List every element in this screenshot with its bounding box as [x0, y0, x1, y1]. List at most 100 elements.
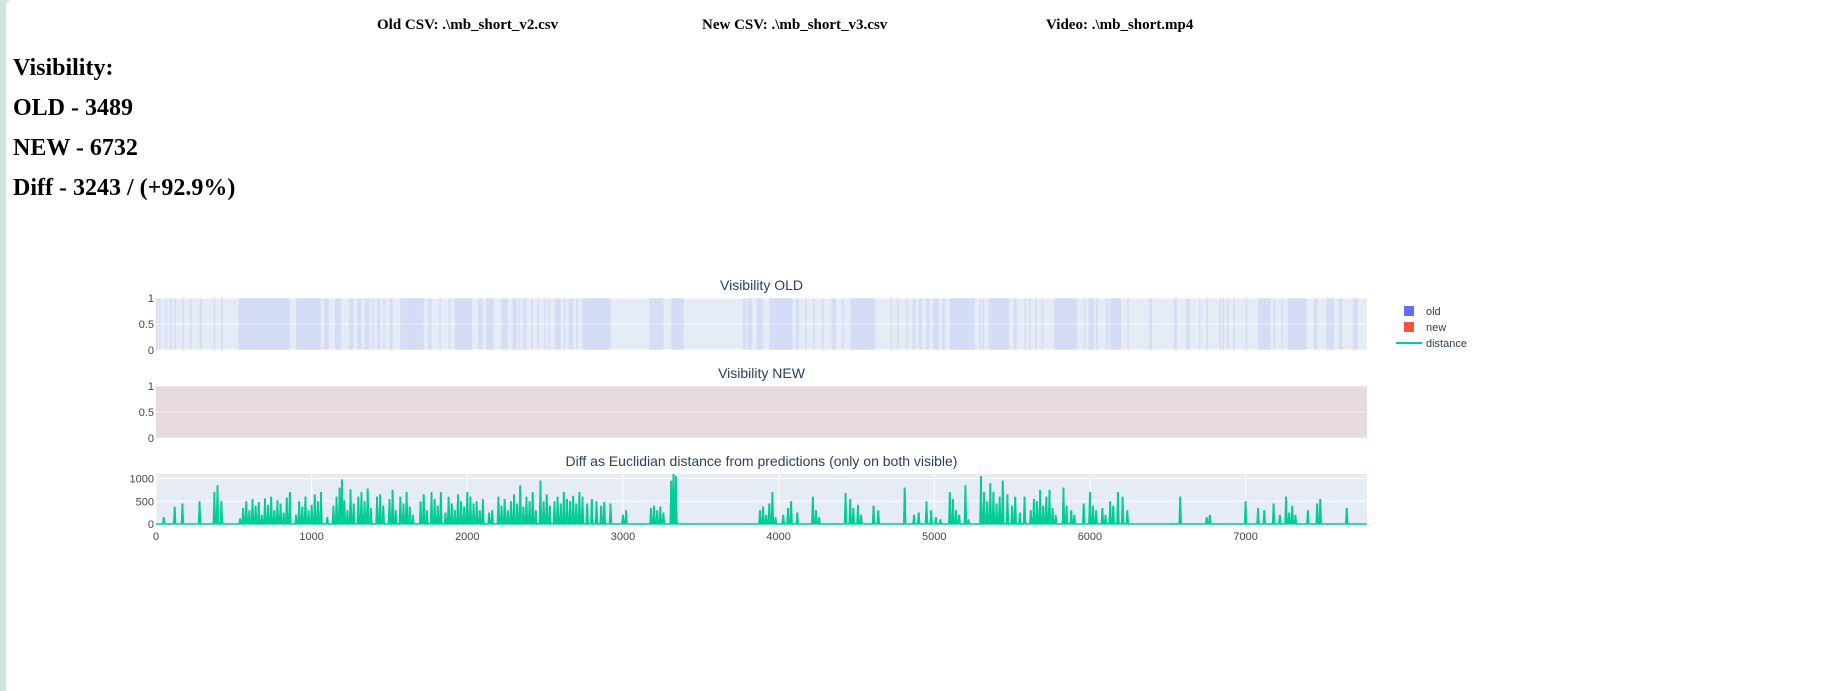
x-tick-label: 6000 — [1078, 531, 1102, 543]
subplot-old: Visibility OLD 0 0.5 1 — [139, 277, 1367, 357]
visibility-bar-old — [523, 298, 527, 350]
visibility-bar-old — [842, 298, 844, 350]
visibility-bar-old — [812, 298, 815, 350]
visibility-bar-old — [1326, 298, 1335, 350]
visibility-bar-old — [1219, 298, 1221, 350]
visibility-bar-old — [349, 298, 354, 350]
visibility-bar-old — [1222, 298, 1224, 350]
visibility-bar-old — [769, 298, 793, 350]
visibility-plot[interactable]: Visibility OLD 0 0.5 1 Visibility NEW 0 0.5 1 Di… — [6, 0, 1848, 691]
visibility-bar-old — [548, 298, 550, 350]
visibility-bar-old — [1088, 298, 1095, 350]
x-tick-label: 0 — [153, 531, 159, 543]
x-tick-label: 2000 — [455, 531, 479, 543]
visibility-bar-old — [1258, 298, 1271, 350]
visibility-bar-old — [979, 298, 981, 350]
x-tick-label: 5000 — [922, 531, 946, 543]
visibility-bar-old — [156, 298, 158, 350]
legend-marker-old — [1404, 306, 1414, 316]
visibility-bar-old — [296, 298, 321, 350]
visibility-bar-old — [383, 298, 385, 350]
x-tick-label: 4000 — [766, 531, 790, 543]
y-tick-label: 1 — [148, 293, 154, 305]
visibility-bar-old — [512, 298, 518, 350]
subplot-title: Diff as Euclidian distance from predicti… — [566, 453, 958, 469]
visibility-bar-old — [554, 298, 561, 350]
subplot-new: Visibility NEW 0 0.5 1 — [139, 365, 1367, 445]
visibility-bar-old — [988, 298, 1009, 350]
visibility-bar-old — [1173, 298, 1178, 350]
visibility-bar-old — [896, 298, 899, 350]
visibility-bar-old — [850, 298, 876, 350]
visibility-bar-old — [356, 298, 362, 350]
visibility-bar-old — [582, 298, 611, 350]
visibility-bar-old — [182, 298, 185, 350]
visibility-bar-old — [389, 298, 393, 350]
visibility-bar-old — [926, 298, 930, 350]
x-tick-label: 1000 — [299, 531, 323, 543]
y-tick-label: 500 — [136, 496, 154, 508]
visibility-bar-old — [372, 298, 374, 350]
visibility-bar-old — [543, 298, 546, 350]
visibility-bar-old — [890, 298, 893, 350]
visibility-bar-old — [918, 298, 922, 350]
visibility-bar-old — [190, 298, 192, 350]
visibility-bar-old — [1206, 298, 1209, 350]
visibility-bar-old — [170, 298, 172, 350]
visibility-bar-old — [221, 298, 223, 350]
visibility-bar-old — [531, 298, 533, 350]
visibility-bar-old — [576, 298, 578, 350]
y-tick-label: 0 — [148, 519, 154, 531]
visibility-bar-old — [1096, 298, 1098, 350]
visibility-bar-old — [1149, 298, 1153, 350]
visibility-bar-old — [932, 298, 939, 350]
y-tick-label: 0.5 — [139, 407, 154, 419]
visibility-bar-old — [649, 298, 664, 350]
visibility-bar-old — [805, 298, 807, 350]
visibility-bar-old — [199, 298, 202, 350]
visibility-bar-old — [671, 298, 684, 350]
visibility-bar-old — [982, 298, 985, 350]
visibility-bar-old — [1186, 298, 1190, 350]
visibility-bar-old — [747, 298, 753, 350]
visibility-bar-old — [912, 298, 916, 350]
visibility-bar-old — [1198, 298, 1201, 350]
visibility-bar-old — [454, 298, 472, 350]
visibility-bar-old — [1035, 298, 1038, 350]
visibility-bar-old — [428, 298, 432, 350]
visibility-bar-old — [478, 298, 483, 350]
visibility-bar-old — [1029, 298, 1031, 350]
visibility-bar-old — [906, 298, 908, 350]
visibility-bar-new — [156, 386, 1367, 438]
visibility-bar-old — [1226, 298, 1229, 350]
visibility-bar-old — [324, 298, 329, 350]
legend: old new distance — [1396, 306, 1467, 350]
visibility-bar-old — [1287, 298, 1307, 350]
visibility-bar-old — [742, 298, 746, 350]
visibility-bar-old — [238, 298, 290, 350]
visibility-bar-old — [942, 298, 946, 350]
visibility-bar-old — [335, 298, 342, 350]
visibility-bar-old — [1024, 298, 1027, 350]
visibility-bar-old — [1338, 298, 1343, 350]
visibility-bar-old — [518, 298, 521, 350]
visibility-bar-old — [1054, 298, 1078, 350]
visibility-bar-old — [1314, 298, 1318, 350]
visibility-bar-old — [174, 298, 177, 350]
y-tick-label: 1000 — [130, 474, 154, 486]
subplot-title: Visibility OLD — [720, 277, 803, 293]
visibility-bar-old — [568, 298, 574, 350]
visibility-bar-old — [1352, 298, 1358, 350]
visibility-bar-old — [1083, 298, 1086, 350]
visibility-bar-old — [1041, 298, 1044, 350]
subplot-title: Visibility NEW — [718, 365, 806, 381]
visibility-bar-old — [1013, 298, 1017, 350]
visibility-bar-old — [400, 298, 424, 350]
visibility-bar-old — [1273, 298, 1276, 350]
visibility-bar-old — [795, 298, 799, 350]
visibility-bar-old — [949, 298, 975, 350]
visibility-bar-old — [1281, 298, 1283, 350]
visibility-bar-old — [831, 298, 837, 350]
subplot-distance: Diff as Euclidian distance from predicti… — [130, 453, 1367, 543]
visibility-bar-old — [213, 298, 216, 350]
